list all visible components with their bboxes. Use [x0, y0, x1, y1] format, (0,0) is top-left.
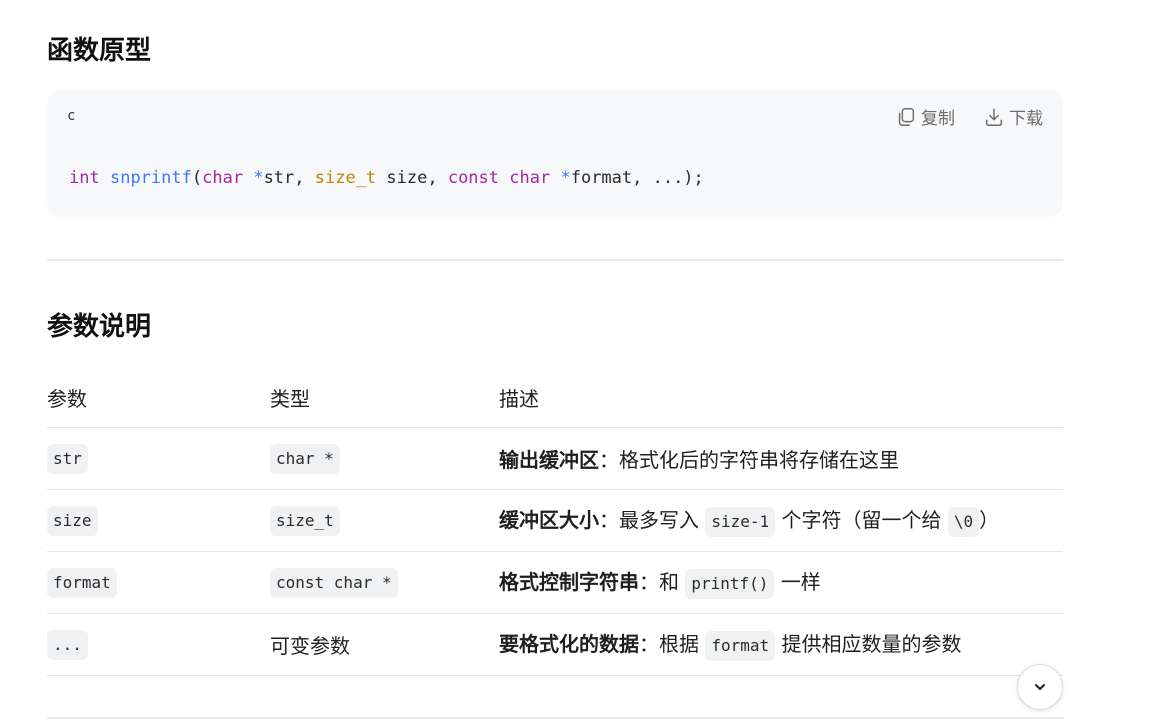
desc-text: ） [979, 508, 1000, 532]
section-divider [47, 259, 1063, 261]
param-code: format [47, 567, 117, 598]
code-token: char [509, 168, 551, 188]
table-row: format const char * 格式控制字符串：和 printf() 一… [47, 551, 1063, 614]
desc-title: 输出缓冲区 [499, 448, 599, 472]
desc-title: 格式控制字符串 [499, 570, 639, 594]
type-cell: const char * [270, 551, 499, 614]
section-title-prototype: 函数原型 [47, 36, 152, 66]
download-label: 下载 [1009, 109, 1043, 129]
copy-label: 复制 [921, 109, 955, 129]
desc-cell: 格式控制字符串：和 printf() 一样 [499, 551, 1063, 614]
column-header-desc: 描述 [499, 367, 1063, 428]
column-header-param: 参数 [47, 367, 270, 428]
desc-text: ：格式化后的字符串将存储在这里 [599, 448, 899, 472]
inline-code: printf() [685, 569, 775, 599]
type-cell: size_t [270, 489, 499, 552]
type-text: 可变参数 [270, 634, 350, 658]
download-button[interactable]: 下载 [983, 104, 1043, 129]
code-token: char [202, 168, 244, 188]
desc-cell: 要格式化的数据：根据 format 提供相应数量的参数 [499, 613, 1063, 676]
type-code: size_t [270, 505, 340, 536]
desc-cell: 输出缓冲区：格式化后的字符串将存储在这里 [499, 427, 1063, 490]
param-code: ... [47, 629, 88, 660]
desc-text: 个字符（留一个给 [775, 508, 948, 532]
scroll-down-button[interactable] [1017, 664, 1063, 710]
desc-text: ：和 [639, 570, 686, 594]
code-token: size, [376, 168, 448, 188]
type-cell: char * [270, 427, 499, 490]
inline-code: size-1 [705, 507, 776, 537]
desc-title: 要格式化的数据 [499, 632, 639, 656]
table-row: str char * 输出缓冲区：格式化后的字符串将存储在这里 [47, 427, 1063, 490]
section-divider [47, 717, 1063, 719]
column-header-type: 类型 [270, 367, 499, 428]
param-cell: ... [47, 613, 270, 676]
copy-button[interactable]: 复制 [895, 104, 955, 129]
type-code: char * [270, 443, 340, 474]
desc-text: ：根据 [639, 632, 706, 656]
code-token: * [560, 168, 571, 188]
code-token: const [447, 168, 500, 188]
code-token: int [69, 168, 100, 188]
param-code: str [47, 443, 88, 474]
code-line: int snprintf(char *str, size_t size, con… [69, 168, 704, 188]
code-token: format, ...); [570, 168, 704, 188]
code-token: size_t [314, 168, 377, 188]
inline-code: format [705, 631, 776, 661]
param-code: size [47, 505, 98, 536]
desc-cell: 缓冲区大小：最多写入 size-1 个字符（留一个给 \0） [499, 489, 1063, 552]
section-title-params: 参数说明 [47, 312, 152, 342]
params-table: 参数 类型 描述 str char * 输出缓冲区：格式化后的字符串将存储在这里… [47, 367, 1063, 676]
param-cell: size [47, 489, 270, 552]
desc-text: 一样 [774, 570, 821, 594]
code-token: str, [263, 168, 315, 188]
inline-code: \0 [947, 507, 980, 537]
copy-icon [898, 107, 915, 126]
code-language-label: c [67, 108, 76, 124]
code-token: * [253, 168, 264, 188]
table-header-row: 参数 类型 描述 [47, 367, 1063, 428]
table-row: ... 可变参数 要格式化的数据：根据 format 提供相应数量的参数 [47, 613, 1063, 676]
table-row: size size_t 缓冲区大小：最多写入 size-1 个字符（留一个给 \… [47, 489, 1063, 552]
download-icon [985, 108, 1003, 126]
code-actions: 复制 下载 [895, 104, 1043, 129]
desc-title: 缓冲区大小 [499, 508, 599, 532]
type-code: const char * [270, 567, 398, 598]
desc-text: 提供相应数量的参数 [775, 632, 962, 656]
chevron-down-icon [1035, 684, 1045, 690]
desc-text: ：最多写入 [599, 508, 706, 532]
type-cell: 可变参数 [270, 613, 499, 676]
code-token: snprintf [109, 168, 192, 188]
code-token: ( [191, 168, 203, 188]
param-cell: str [47, 427, 270, 490]
param-cell: format [47, 551, 270, 614]
code-block: c 复制 下载 int snprintf(char *str, size_t s… [47, 90, 1063, 217]
